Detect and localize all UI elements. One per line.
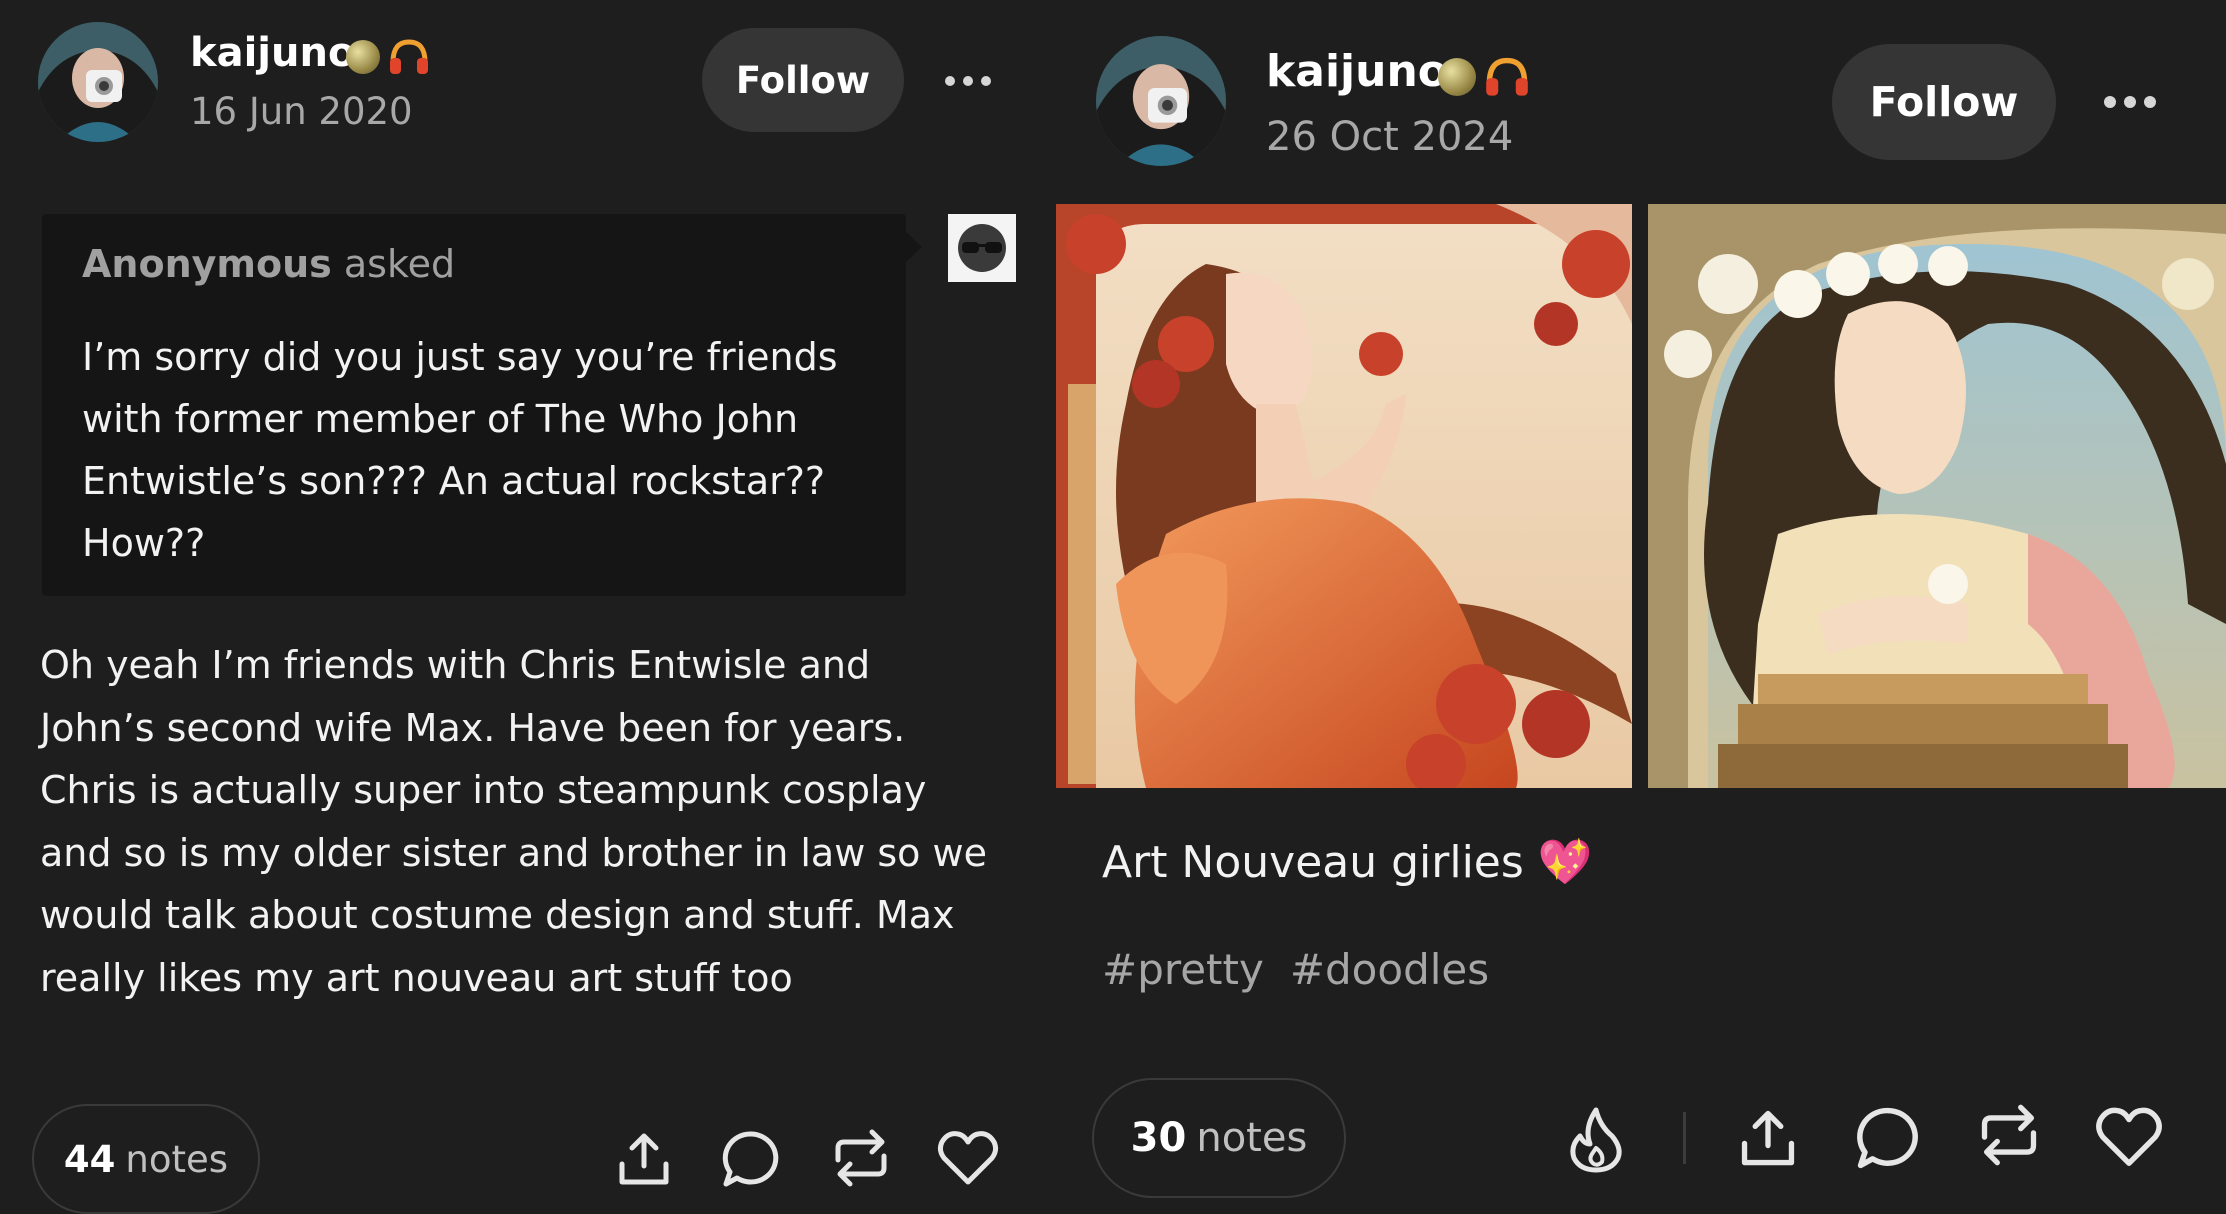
post-caption: Art Nouveau girlies 💖 (1102, 837, 1593, 888)
avatar[interactable] (38, 22, 158, 142)
username[interactable]: kaijuno (1266, 46, 1448, 97)
ask-question: I’m sorry did you just say you’re friend… (82, 326, 838, 574)
avatar[interactable] (1096, 36, 1226, 166)
follow-button[interactable]: Follow (1832, 44, 2056, 160)
post-image-1[interactable] (1056, 204, 1632, 788)
post-date: 26 Oct 2024 (1266, 114, 1514, 160)
username[interactable]: kaijuno (190, 30, 355, 76)
question-line: How?? (82, 521, 206, 565)
headphones-icon (388, 38, 430, 76)
reply-icon (1857, 1107, 1918, 1169)
notes-count: 44 (63, 1137, 116, 1181)
body-line: really likes my art nouveau art stuff to… (40, 955, 793, 1000)
notes-label: notes (125, 1137, 229, 1181)
reblog-icon (1981, 1104, 2037, 1166)
more-options-button[interactable] (945, 76, 991, 86)
reply-button[interactable] (720, 1128, 782, 1190)
post-body: Oh yeah I’m friends with Chris Entwisle … (40, 634, 987, 1009)
ask-pointer (904, 230, 922, 264)
notes-button[interactable]: 30 notes (1092, 1078, 1346, 1198)
tag-list: #pretty #doodles (1102, 945, 1489, 994)
share-icon (1741, 1110, 1795, 1166)
body-line: would talk about costume design and stuf… (40, 893, 955, 937)
moon-badge-icon (346, 40, 380, 74)
tag-doodles[interactable]: #doodles (1290, 945, 1489, 994)
body-line: and so is my older sister and brother in… (40, 830, 987, 875)
divider (1683, 1112, 1686, 1164)
body-line: John’s second wife Max. Have been for ye… (40, 705, 906, 750)
like-button[interactable] (2094, 1104, 2164, 1170)
ask-box: Anonymous asked I’m sorry did you just s… (42, 214, 906, 596)
blaze-button[interactable] (1566, 1104, 1626, 1174)
blaze-icon (1570, 1107, 1622, 1173)
notes-button[interactable]: 44 notes (32, 1104, 260, 1214)
reblog-icon (835, 1129, 887, 1187)
question-line: with former member of The Who John (82, 397, 799, 441)
notes-label: notes (1196, 1115, 1308, 1161)
post-left: kaijuno 16 Jun 2020 Follow Anonymous ask… (0, 0, 1040, 1214)
anonymous-avatar-icon (948, 214, 1016, 282)
tag-pretty[interactable]: #pretty (1102, 945, 1264, 994)
moon-badge-icon (1438, 58, 1476, 96)
post-image-2[interactable] (1648, 204, 2226, 788)
like-icon (937, 1131, 999, 1185)
question-line: Entwistle’s son??? An actual rockstar?? (82, 459, 826, 503)
asked-label: asked (343, 242, 456, 286)
share-button[interactable] (1736, 1104, 1800, 1170)
share-icon (619, 1133, 669, 1185)
reply-button[interactable] (1854, 1104, 1922, 1172)
body-line: Oh yeah I’m friends with Chris Entwisle … (40, 643, 871, 687)
headphones-icon (1484, 56, 1530, 98)
reblog-button[interactable] (1976, 1100, 2042, 1170)
reply-icon (722, 1131, 779, 1187)
body-line: Chris is actually super into steampunk c… (40, 768, 927, 812)
post-date: 16 Jun 2020 (190, 90, 413, 133)
like-icon (2096, 1107, 2162, 1166)
like-button[interactable] (936, 1128, 1000, 1188)
more-options-button[interactable] (2104, 96, 2156, 108)
share-button[interactable] (614, 1128, 674, 1188)
post-right: kaijuno 26 Oct 2024 Follow Art Nouveau g… (1040, 0, 2226, 1209)
reblog-button[interactable] (830, 1126, 892, 1190)
asker-name[interactable]: Anonymous (82, 242, 332, 286)
notes-count: 30 (1130, 1115, 1187, 1161)
question-line: I’m sorry did you just say you’re friend… (82, 335, 838, 379)
follow-button[interactable]: Follow (702, 28, 904, 132)
ask-header: Anonymous asked (82, 242, 455, 286)
